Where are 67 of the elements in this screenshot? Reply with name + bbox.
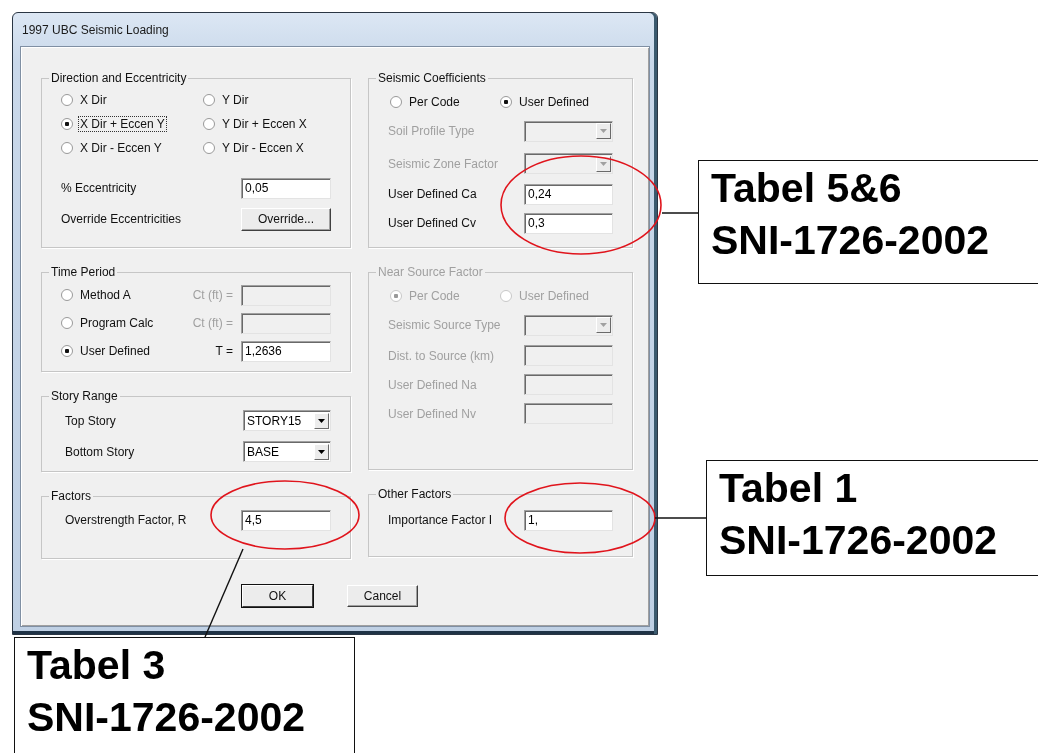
radio-button[interactable] <box>203 94 215 106</box>
radio-label[interactable]: X Dir <box>79 93 108 107</box>
input-field[interactable]: 4,5 <box>241 509 331 531</box>
callout-text: Tabel 3 <box>27 642 167 688</box>
field-label: Ct (ft) = <box>192 316 233 330</box>
caret-icon <box>318 418 325 423</box>
field-label: Override Eccentricities <box>61 212 182 226</box>
radio-label[interactable]: User Defined <box>79 344 152 358</box>
group-title: Other Factors <box>377 487 453 501</box>
field-label: Importance Factor I <box>388 513 493 527</box>
caret-icon <box>600 161 607 166</box>
cancel-button[interactable]: Cancel <box>347 585 418 607</box>
radio-button[interactable] <box>500 96 512 108</box>
radio-button[interactable] <box>61 142 73 154</box>
field-label: Overstrength Factor, R <box>65 513 187 527</box>
window-title: 1997 UBC Seismic Loading <box>22 22 169 37</box>
group-title: Direction and Eccentricity <box>50 71 188 85</box>
group-title: Story Range <box>50 389 119 403</box>
field-label: Dist. to Source (km) <box>388 348 495 363</box>
group-title: Time Period <box>50 265 117 279</box>
radio-label[interactable]: Y Dir - Eccen X <box>221 141 305 155</box>
dropdown-field[interactable]: STORY15 <box>243 410 331 431</box>
field-label: Seismic Zone Factor <box>388 156 499 171</box>
caret-icon <box>600 323 607 327</box>
field-label: User Defined Ca <box>388 187 477 201</box>
field-label: T = <box>215 344 233 358</box>
dropdown-button[interactable] <box>314 412 329 429</box>
callout-text: SNI-1726-2002 <box>27 694 307 740</box>
callout-text: Tabel 5&6 <box>711 165 903 211</box>
radio-label[interactable]: Per Code <box>408 95 461 109</box>
callout-text: Tabel 1 <box>719 465 859 511</box>
dropdown-button[interactable] <box>314 443 329 460</box>
radio-label[interactable]: Y Dir + Eccen X <box>221 117 308 131</box>
input-field[interactable]: 0,24 <box>524 183 613 205</box>
field-label: Top Story <box>65 413 116 428</box>
input-field[interactable]: 1, <box>524 509 613 531</box>
callout-text: SNI-1726-2002 <box>711 217 991 263</box>
radio-button[interactable] <box>61 94 73 106</box>
field-label: Bottom Story <box>65 444 135 459</box>
caret-icon <box>318 449 325 454</box>
caret-icon <box>600 129 607 133</box>
radio-button[interactable] <box>203 118 215 130</box>
field-label: Seismic Source Type <box>388 318 501 332</box>
group-title: Near Source Factor <box>377 265 484 279</box>
field-label: User Defined Cv <box>388 216 477 230</box>
field-label: User Defined Na <box>388 377 477 392</box>
field-label: Soil Profile Type <box>388 124 475 138</box>
callout-text: SNI-1726-2002 <box>719 517 999 563</box>
group-title: Seismic Coefficients <box>377 71 487 85</box>
override-button[interactable]: Override... <box>241 207 331 231</box>
radio-button[interactable] <box>61 118 73 130</box>
radio-button[interactable] <box>61 345 73 357</box>
input-field[interactable]: 0,05 <box>241 177 331 199</box>
radio-button[interactable] <box>203 142 215 154</box>
ok-button[interactable]: OK <box>242 585 313 607</box>
input-field[interactable]: 0,3 <box>524 212 613 234</box>
dropdown-field[interactable]: BASE <box>243 441 331 462</box>
radio-label[interactable]: X Dir - Eccen Y <box>79 141 163 155</box>
field-label: % Eccentricity <box>61 181 137 195</box>
group-title: Factors <box>50 489 92 503</box>
radio-button[interactable] <box>390 96 402 108</box>
input-field[interactable]: 1,2636 <box>241 340 331 362</box>
radio-label[interactable]: X Dir + Eccen Y <box>79 117 166 131</box>
radio-label[interactable]: Y Dir <box>221 93 250 107</box>
field-label: User Defined Nv <box>388 406 477 421</box>
radio-label[interactable]: User Defined <box>518 95 591 109</box>
field-label: Ct (ft) = <box>192 288 233 302</box>
